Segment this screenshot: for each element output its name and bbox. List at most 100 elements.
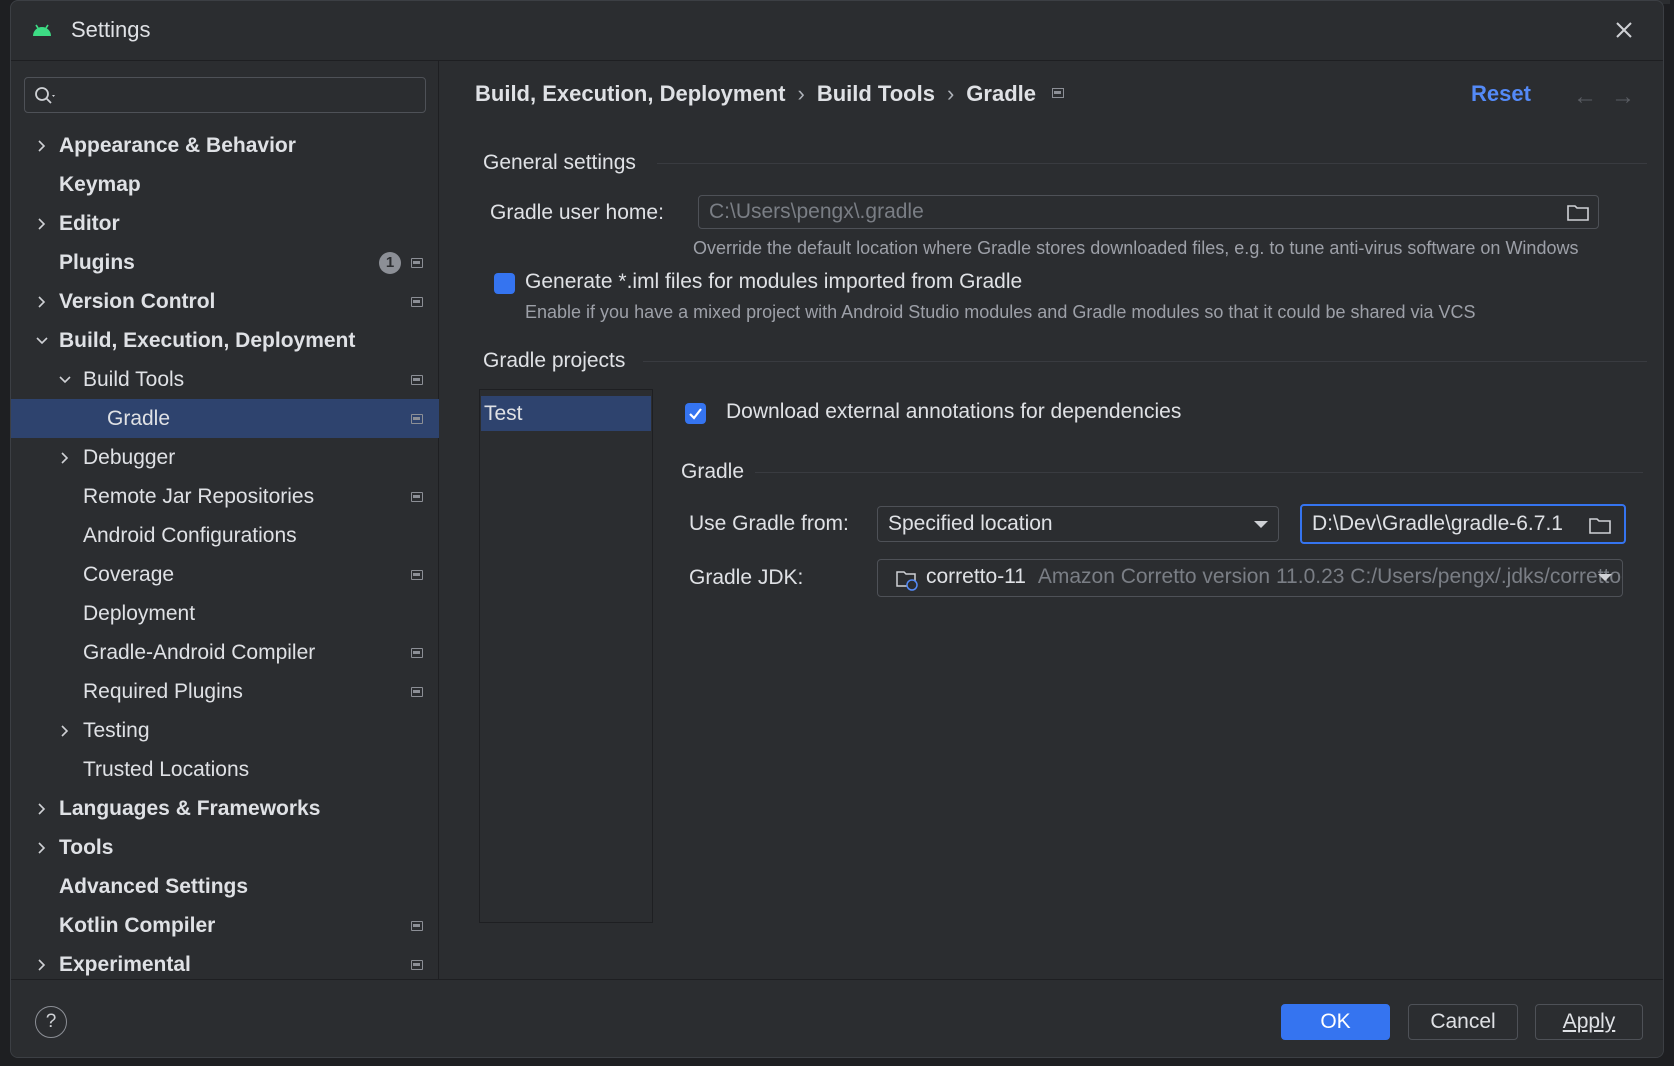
project-level-icon (411, 687, 423, 697)
sidebar-item-label: Editor (59, 212, 120, 235)
sidebar-item-languages[interactable]: Languages & Frameworks (11, 789, 439, 828)
reset-button[interactable]: Reset (1471, 81, 1531, 107)
sidebar-item-trusted-locations[interactable]: Trusted Locations (11, 750, 439, 789)
chevron-down-icon (36, 337, 48, 345)
gradle-jdk-name: corretto-11 (926, 565, 1026, 588)
settings-sidebar: Appearance & Behavior Keymap Editor Plug… (11, 61, 439, 979)
gradle-projects-list: Test (479, 389, 653, 923)
search-icon (35, 87, 55, 104)
dropdown-arrow-icon (1598, 574, 1612, 581)
sidebar-item-required-plugins[interactable]: Required Plugins (11, 672, 439, 711)
sidebar-item-plugins[interactable]: Plugins 1 (11, 243, 439, 282)
sidebar-item-advanced-settings[interactable]: Advanced Settings (11, 867, 439, 906)
sidebar-item-tools[interactable]: Tools (11, 828, 439, 867)
sidebar-item-appearance[interactable]: Appearance & Behavior (11, 126, 439, 165)
sidebar-item-label: Appearance & Behavior (59, 134, 296, 157)
background-ide (0, 0, 10, 1066)
sidebar-item-label: Remote Jar Repositories (83, 485, 315, 508)
project-level-icon (411, 648, 423, 658)
sidebar-item-build-execution[interactable]: Build, Execution, Deployment (11, 321, 439, 360)
project-level-icon (411, 960, 423, 970)
folder-icon[interactable] (1567, 203, 1589, 221)
search-input[interactable] (65, 82, 415, 108)
apply-button[interactable]: Apply (1535, 1004, 1643, 1040)
checkmark-icon (689, 408, 702, 420)
sidebar-item-label: Plugins (59, 251, 135, 274)
sidebar-item-label: Deployment (83, 602, 196, 625)
chevron-right-icon (38, 296, 46, 308)
back-arrow-icon[interactable]: ← (1573, 83, 1597, 111)
project-level-icon (411, 570, 423, 580)
sidebar-item-coverage[interactable]: Coverage (11, 555, 439, 594)
download-annotations-label[interactable]: Download external annotations for depend… (726, 400, 1181, 424)
separator (755, 472, 1643, 473)
gradle-location-input[interactable]: D:\Dev\Gradle\gradle-6.7.1 (1300, 504, 1626, 544)
forward-arrow-icon[interactable]: → (1611, 83, 1635, 111)
search-field[interactable] (24, 77, 426, 113)
sidebar-item-kotlin-compiler[interactable]: Kotlin Compiler (11, 906, 439, 945)
sidebar-item-debugger[interactable]: Debugger (11, 438, 439, 477)
sidebar-item-label: Testing (83, 719, 150, 742)
sidebar-item-testing[interactable]: Testing (11, 711, 439, 750)
chevron-right-icon (38, 140, 46, 152)
generate-iml-checkbox[interactable] (494, 273, 515, 294)
sidebar-item-keymap[interactable]: Keymap (11, 165, 439, 204)
sidebar-item-label: Build Tools (83, 368, 185, 391)
android-icon (33, 24, 51, 36)
breadcrumb-separator: › (797, 81, 805, 106)
use-gradle-from-value: Specified location (888, 512, 1053, 535)
sidebar-item-version-control[interactable]: Version Control (11, 282, 439, 321)
breadcrumb-item: Gradle (966, 81, 1036, 106)
generate-iml-label[interactable]: Generate *.iml files for modules importe… (525, 270, 1022, 294)
sidebar-item-label: Languages & Frameworks (59, 797, 321, 820)
project-level-icon (411, 258, 423, 268)
gradle-location-value: D:\Dev\Gradle\gradle-6.7.1 (1312, 512, 1563, 535)
project-level-icon (411, 297, 423, 307)
folder-icon[interactable] (1589, 516, 1611, 534)
sidebar-item-label: Advanced Settings (59, 875, 249, 898)
close-icon[interactable] (1611, 17, 1637, 43)
sidebar-item-label: Coverage (83, 563, 175, 586)
gradle-user-home-value: C:\Users\pengx\.gradle (709, 200, 924, 223)
chevron-right-icon (38, 218, 46, 230)
sidebar-item-deployment[interactable]: Deployment (11, 594, 439, 633)
sidebar-item-label: Required Plugins (83, 680, 243, 703)
chevron-right-icon (38, 803, 46, 815)
breadcrumb-item[interactable]: Build, Execution, Deployment (475, 81, 785, 106)
jdk-folder-icon (896, 571, 918, 591)
sidebar-item-android-configurations[interactable]: Android Configurations (11, 516, 439, 555)
generate-iml-hint: Enable if you have a mixed project with … (525, 302, 1476, 322)
sidebar-item-label: Version Control (59, 290, 216, 313)
help-button[interactable]: ? (35, 1006, 67, 1038)
gradle-user-home-input[interactable]: C:\Users\pengx\.gradle (698, 195, 1599, 229)
sidebar-item-build-tools[interactable]: Build Tools (11, 360, 439, 399)
project-item-test[interactable]: Test (481, 396, 651, 431)
general-settings-title: General settings (483, 151, 636, 174)
settings-dialog: Settings Appearance & Behavior Keymap Ed… (10, 0, 1664, 1058)
use-gradle-from-label: Use Gradle from: (689, 512, 849, 535)
gradle-jdk-label: Gradle JDK: (689, 566, 804, 589)
sidebar-item-gradle-android-compiler[interactable]: Gradle-Android Compiler (11, 633, 439, 672)
sidebar-item-label: Android Configurations (83, 524, 297, 547)
cancel-button[interactable]: Cancel (1408, 1004, 1518, 1040)
gradle-projects-title: Gradle projects (483, 349, 626, 372)
chevron-right-icon (38, 959, 46, 971)
chevron-right-icon (61, 725, 69, 737)
gradle-jdk-dropdown[interactable]: corretto-11 Amazon Corretto version 11.0… (877, 559, 1623, 597)
dropdown-arrow-icon (1254, 521, 1268, 528)
use-gradle-from-dropdown[interactable]: Specified location (877, 506, 1279, 542)
sidebar-item-remote-jar[interactable]: Remote Jar Repositories (11, 477, 439, 516)
breadcrumb-item[interactable]: Build Tools (817, 81, 935, 106)
sidebar-item-editor[interactable]: Editor (11, 204, 439, 243)
sidebar-item-label: Tools (59, 836, 114, 859)
gradle-user-home-hint: Override the default location where Grad… (693, 238, 1579, 258)
ok-button[interactable]: OK (1281, 1004, 1390, 1040)
sidebar-item-label: Kotlin Compiler (59, 914, 216, 937)
project-level-icon (1051, 88, 1064, 99)
sidebar-item-gradle[interactable]: Gradle (11, 399, 439, 438)
download-annotations-checkbox[interactable] (685, 403, 706, 424)
sidebar-item-label: Keymap (59, 173, 141, 196)
gradle-user-home-label: Gradle user home: (490, 201, 664, 224)
sidebar-item-label: Build, Execution, Deployment (59, 329, 356, 352)
project-level-icon (411, 492, 423, 502)
